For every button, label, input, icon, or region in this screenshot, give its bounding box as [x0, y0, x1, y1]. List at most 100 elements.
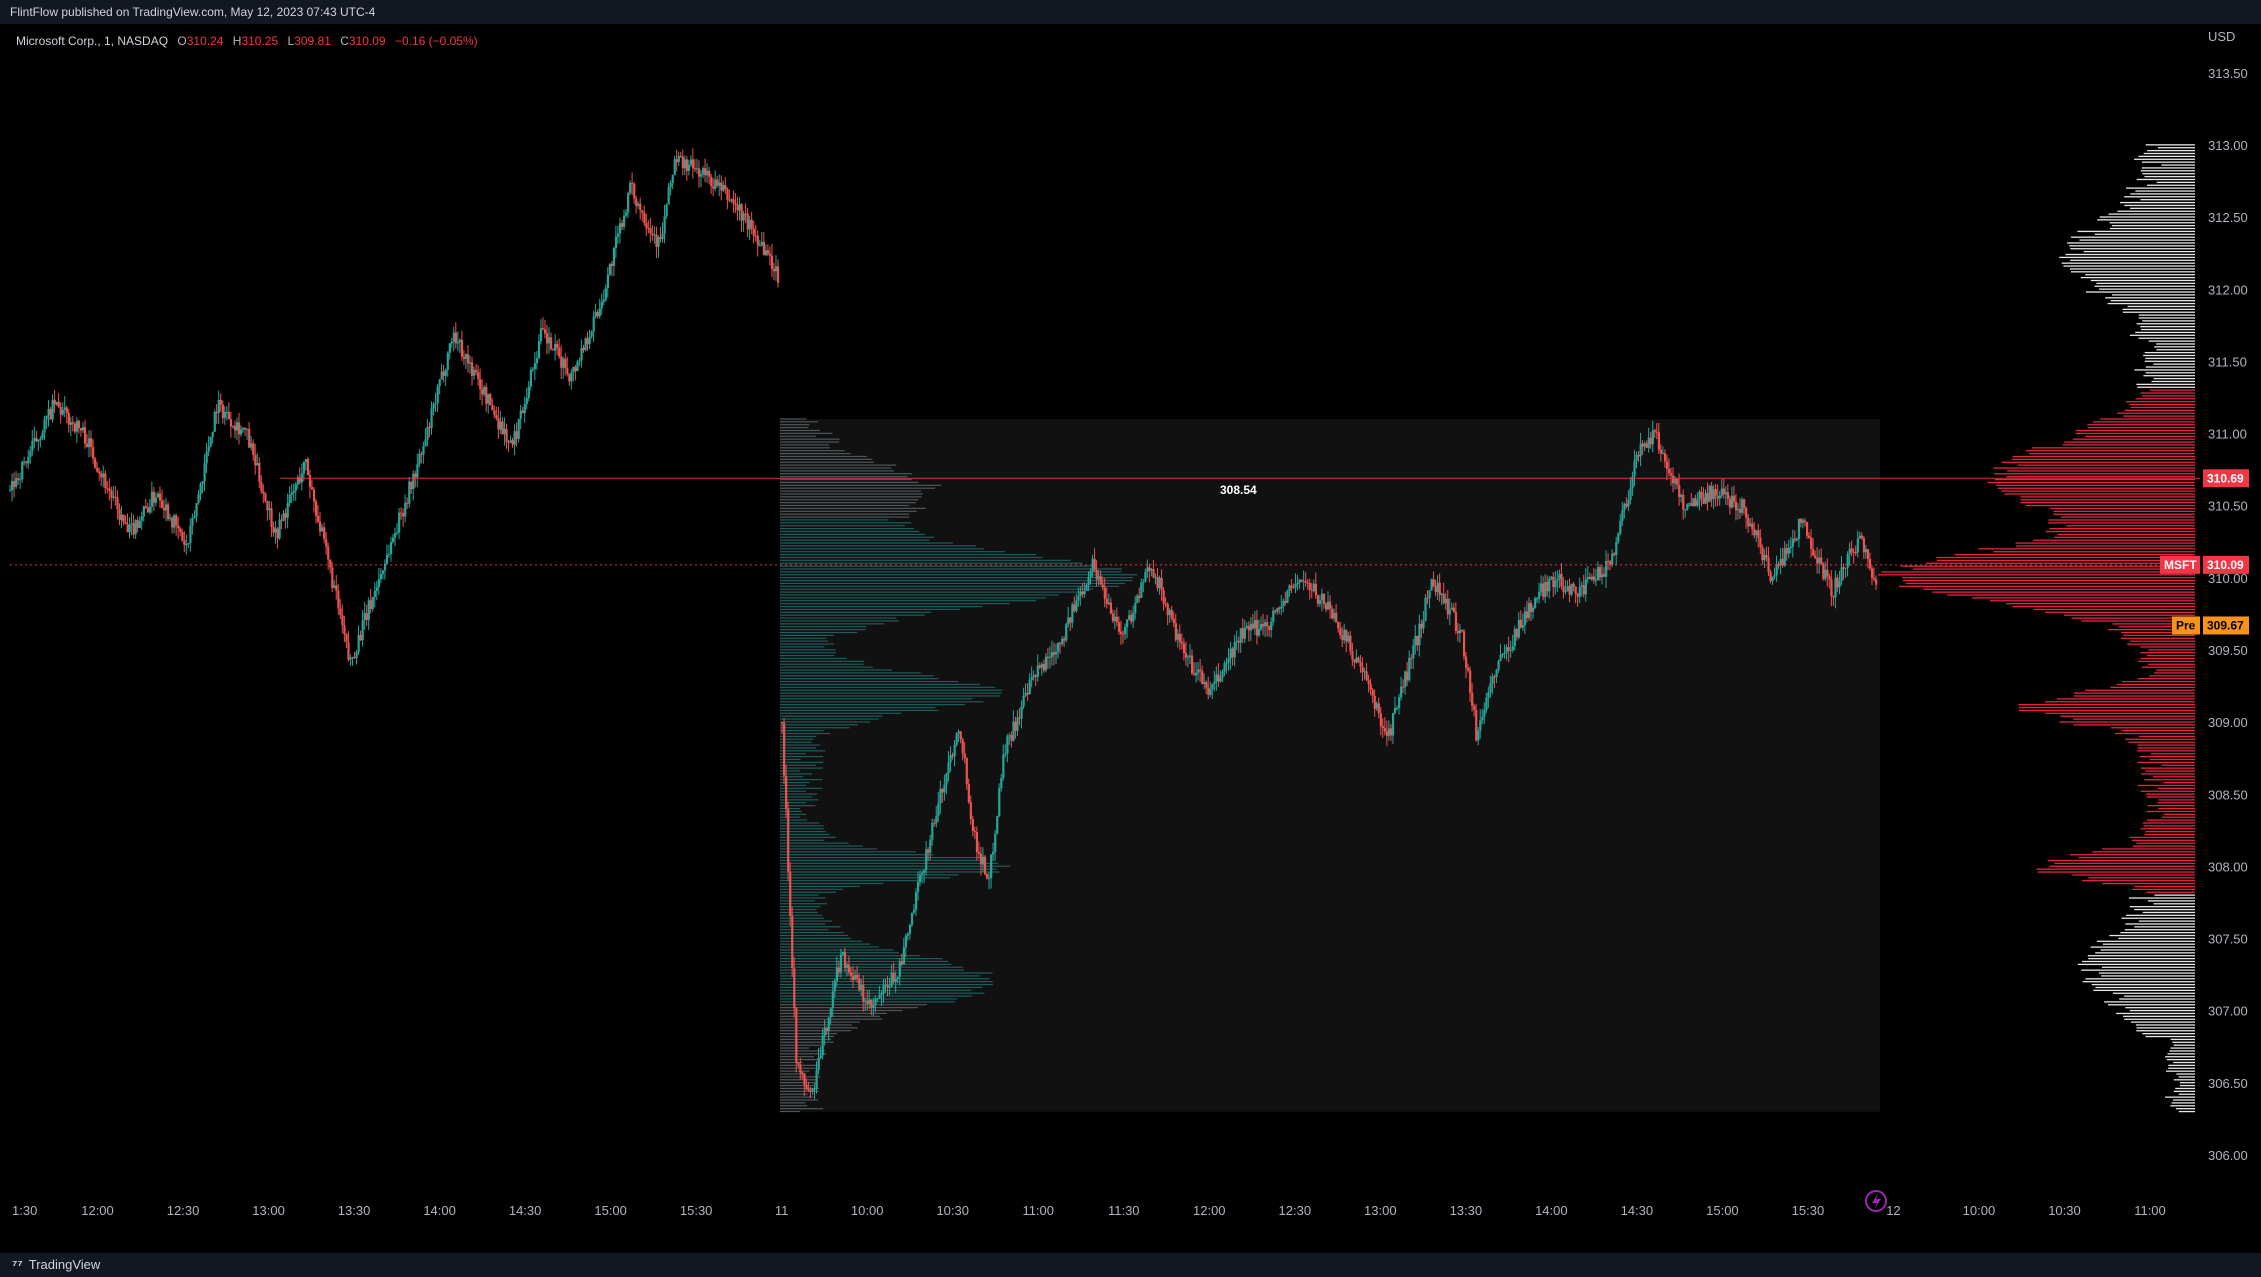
- candle-body: [1284, 600, 1287, 603]
- candle-body: [509, 440, 512, 443]
- candle-body: [762, 241, 766, 256]
- candle-body: [1213, 681, 1216, 684]
- right-profile-bar: [2126, 187, 2195, 189]
- candle-body: [1653, 430, 1656, 432]
- session-profile-bar: [780, 975, 981, 977]
- candle-body: [268, 508, 271, 511]
- candle-body: [841, 951, 845, 955]
- candle-body: [1292, 587, 1295, 589]
- price-tag-value: 310.69: [2207, 471, 2244, 485]
- candle-body: [23, 461, 26, 463]
- time-tick-label: 12:00: [1193, 1203, 1226, 1218]
- right-profile-bar: [2087, 424, 2195, 426]
- candle-body: [850, 972, 853, 976]
- right-profile-bar: [2111, 727, 2195, 729]
- right-profile-bar: [2060, 715, 2195, 717]
- right-profile-bar: [2088, 877, 2195, 879]
- right-profile-bar: [2173, 1090, 2195, 1093]
- time-tick-label: 10:30: [936, 1203, 969, 1218]
- candle-body: [231, 425, 235, 427]
- candle-body: [1097, 576, 1100, 580]
- candle-body: [985, 874, 989, 879]
- right-profile-bar: [2107, 1004, 2195, 1006]
- price-chart[interactable]: 313.50313.00312.50312.00311.50311.00310.…: [0, 24, 2261, 1253]
- candle-body: [264, 493, 267, 502]
- right-profile-bar: [2044, 701, 2195, 703]
- time-tick-label: 15:30: [680, 1203, 713, 1218]
- candle-body: [185, 544, 188, 546]
- right-profile-bar: [2157, 802, 2195, 804]
- candle-body: [1124, 626, 1127, 634]
- right-profile-bar: [2017, 464, 2195, 466]
- session-profile-bar: [780, 513, 910, 515]
- candle-body: [1694, 498, 1697, 506]
- right-profile-bar: [2178, 1110, 2195, 1113]
- right-profile-bar: [2158, 799, 2195, 801]
- session-profile-bar: [780, 856, 981, 859]
- session-profile-bar: [780, 551, 1005, 553]
- candle-body: [815, 1070, 818, 1089]
- session-profile-bar: [780, 732, 831, 735]
- candle-body: [1278, 607, 1281, 609]
- candle-body: [1572, 583, 1575, 587]
- candle-body: [681, 156, 684, 169]
- right-profile-bar: [2125, 923, 2195, 925]
- session-profile-bar: [780, 444, 830, 446]
- candle-body: [847, 965, 851, 973]
- candle-body: [33, 438, 36, 441]
- right-profile-bar: [2004, 493, 2195, 495]
- session-profile-bar: [780, 880, 920, 882]
- candle-body: [1264, 622, 1267, 627]
- candle-body: [793, 968, 796, 1009]
- right-profile-bar: [2130, 193, 2195, 195]
- candle-body: [1682, 494, 1685, 510]
- candle-body: [286, 503, 289, 518]
- candle-body: [724, 185, 727, 190]
- candle-body: [197, 494, 200, 504]
- candle-body: [1706, 493, 1709, 502]
- candle-body: [868, 999, 871, 1004]
- session-profile-bar: [780, 458, 873, 460]
- candle-body: [1379, 713, 1382, 727]
- right-profile-bar: [2147, 149, 2195, 152]
- right-profile-bar: [2131, 839, 2195, 841]
- candle-body: [163, 507, 166, 511]
- candle-body: [1852, 551, 1855, 553]
- candle-body: [742, 213, 745, 221]
- right-profile-bar: [2129, 906, 2195, 908]
- right-profile-bar: [2096, 940, 2195, 942]
- session-profile-bar: [780, 819, 808, 821]
- replay-lightning-icon[interactable]: [1865, 1190, 1887, 1212]
- candle-body: [1371, 690, 1374, 696]
- candle-body: [1036, 665, 1039, 677]
- candle-body: [337, 590, 340, 609]
- candle-body: [1499, 654, 1502, 661]
- candle-body: [1799, 518, 1803, 523]
- candle-body: [898, 961, 901, 977]
- candle-body: [1592, 576, 1596, 581]
- price-tick-label: 309.00: [2208, 715, 2248, 730]
- candle-body: [799, 1064, 802, 1073]
- time-axis: 1:30 12:00 12:30 13:00 13:30 14:00 14:30 15:00 1…: [12, 1203, 2166, 1218]
- candle-body: [1479, 720, 1482, 731]
- candle-body: [1661, 453, 1665, 455]
- time-tick-label: 10:30: [2048, 1203, 2081, 1218]
- candle-body: [1763, 555, 1766, 561]
- candle-body: [1491, 676, 1494, 684]
- session-profile-bar: [780, 969, 964, 971]
- candle-body: [1243, 627, 1246, 639]
- candle-body: [533, 363, 537, 369]
- session-profile-bar: [780, 1096, 814, 1098]
- candle-body: [1069, 617, 1072, 623]
- candle-body: [1002, 754, 1005, 779]
- right-profile-bar: [2069, 245, 2195, 247]
- candle-body: [667, 187, 670, 205]
- right-profile-bar: [2090, 946, 2195, 948]
- candle-body: [77, 420, 81, 429]
- candle-body: [683, 159, 686, 169]
- right-profile-bar: [2140, 199, 2195, 201]
- candle-body: [949, 755, 952, 763]
- candle-body: [1253, 619, 1257, 629]
- candle-body: [1773, 575, 1776, 577]
- session-profile-bar: [780, 478, 912, 481]
